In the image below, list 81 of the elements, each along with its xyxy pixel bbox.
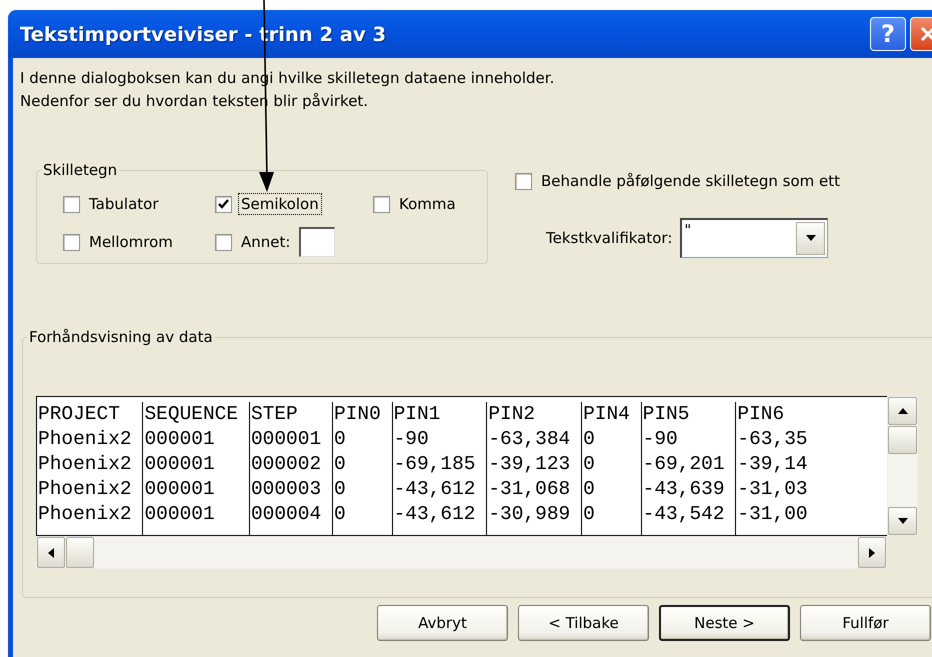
dialog-button[interactable]: Neste > xyxy=(659,605,790,641)
column-header-cell-text: STEP xyxy=(250,402,299,427)
table-cell-text: Phoenix2 xyxy=(37,452,133,477)
column-header-cell-text: PIN5 xyxy=(642,402,690,427)
table-cell-text: 000001 xyxy=(143,477,216,502)
scroll-down-button[interactable] xyxy=(888,507,917,535)
column-header-cell-text: PIN1 xyxy=(392,402,442,427)
table-cell-text: 000003 xyxy=(250,477,322,502)
column-header-cell-text: PIN4 xyxy=(582,402,631,427)
table-cell-text: -90 xyxy=(392,427,430,452)
scroll-left-button[interactable] xyxy=(37,537,65,568)
table-cell-text: 0 xyxy=(332,477,347,502)
table-cell-text: 0 xyxy=(332,502,347,527)
table-cell-text: -43,612 xyxy=(392,502,476,527)
checkbox[interactable] xyxy=(215,196,232,212)
table-cell-text: 0 xyxy=(332,427,347,452)
table-cell-text: -31,03 xyxy=(736,477,809,502)
table-cell-text: 0 xyxy=(582,427,596,452)
other-delimiter-field[interactable] xyxy=(299,227,336,257)
table-cell-text: 0 xyxy=(582,452,596,477)
checkbox[interactable] xyxy=(215,234,232,250)
table-cell-text: -69,201 xyxy=(642,452,726,477)
table-cell-text: 000001 xyxy=(250,427,322,452)
table-cell-text: 0 xyxy=(582,502,596,527)
checkbox-label[interactable]: Mellomrom xyxy=(86,231,176,253)
table-cell-text: Phoenix2 xyxy=(37,502,133,527)
up-arrow-icon xyxy=(898,408,908,414)
column-header-cell-text: PIN0 xyxy=(332,402,382,427)
horizontal-scrollbar[interactable] xyxy=(36,536,887,569)
dialog-button[interactable]: < Tilbake xyxy=(518,605,649,641)
table-cell-text: 000002 xyxy=(250,452,322,477)
table-cell-text: 000004 xyxy=(250,502,322,527)
checkbox-label[interactable]: Komma xyxy=(396,193,459,215)
checkbox-label[interactable]: Annet: xyxy=(238,231,294,253)
table-cell-text: -39,123 xyxy=(487,452,572,477)
text-qualifier-dropdown[interactable]: " xyxy=(680,218,828,258)
table-cell-text: -31,068 xyxy=(487,477,572,502)
scroll-right-button[interactable] xyxy=(858,537,886,568)
table-cell-text: -90 xyxy=(642,427,679,452)
column-header-cell-text: PIN2 xyxy=(487,402,536,427)
table-cell-text: 0 xyxy=(582,477,596,502)
help-button[interactable]: ? xyxy=(870,17,906,51)
down-arrow-icon xyxy=(898,518,908,524)
group-title: Forhåndsvisning av data xyxy=(28,328,214,346)
checkbox[interactable] xyxy=(515,172,532,190)
checkbox-label[interactable]: Semikolon xyxy=(238,193,322,215)
checkbox-label[interactable]: Behandle påfølgende skilletegn som ett xyxy=(538,170,844,192)
table-cell-text: -63,384 xyxy=(487,427,572,452)
vertical-scrollbar[interactable] xyxy=(887,396,918,536)
group-title: Skilletegn xyxy=(42,161,118,179)
table-cell-text: 000001 xyxy=(143,427,216,452)
column-header-cell-text: SEQUENCE xyxy=(143,402,240,427)
table-cell-text: -69,185 xyxy=(392,452,476,477)
table-cell-text: -43,542 xyxy=(642,502,726,527)
checkbox[interactable] xyxy=(63,196,80,212)
close-icon xyxy=(920,26,932,42)
table-cell-text: -43,612 xyxy=(392,477,476,502)
checkbox-label[interactable]: Tabulator xyxy=(86,193,162,215)
table-cell-text: -43,639 xyxy=(642,477,726,502)
column-header-cell-text: PROJECT xyxy=(37,402,121,427)
table-cell-text: -63,35 xyxy=(736,427,809,452)
scroll-thumb[interactable] xyxy=(888,426,917,454)
left-arrow-icon xyxy=(48,548,54,558)
dropdown-arrow-icon xyxy=(806,235,816,241)
scroll-thumb[interactable] xyxy=(66,537,94,568)
checkbox[interactable] xyxy=(373,196,390,212)
column-header-cell-text: PIN6 xyxy=(736,402,786,427)
table-cell-text: -39,14 xyxy=(736,452,809,477)
dialog-button[interactable]: Fullfør xyxy=(800,605,931,641)
table-cell-text: Phoenix2 xyxy=(37,427,133,452)
field-label: Tekstkvalifikator: xyxy=(546,228,672,246)
dialog-button[interactable]: Avbryt xyxy=(377,605,508,641)
table-cell-text: -30,989 xyxy=(487,502,572,527)
table-cell-text: 0 xyxy=(332,452,347,477)
table-cell-text: Phoenix2 xyxy=(37,477,133,502)
table-cell-text: -31,00 xyxy=(736,502,809,527)
scroll-up-button[interactable] xyxy=(888,397,917,425)
table-cell-text: 000001 xyxy=(143,502,216,527)
checkbox[interactable] xyxy=(63,234,80,250)
table-cell-text: 000001 xyxy=(143,452,216,477)
right-arrow-icon xyxy=(869,548,875,558)
